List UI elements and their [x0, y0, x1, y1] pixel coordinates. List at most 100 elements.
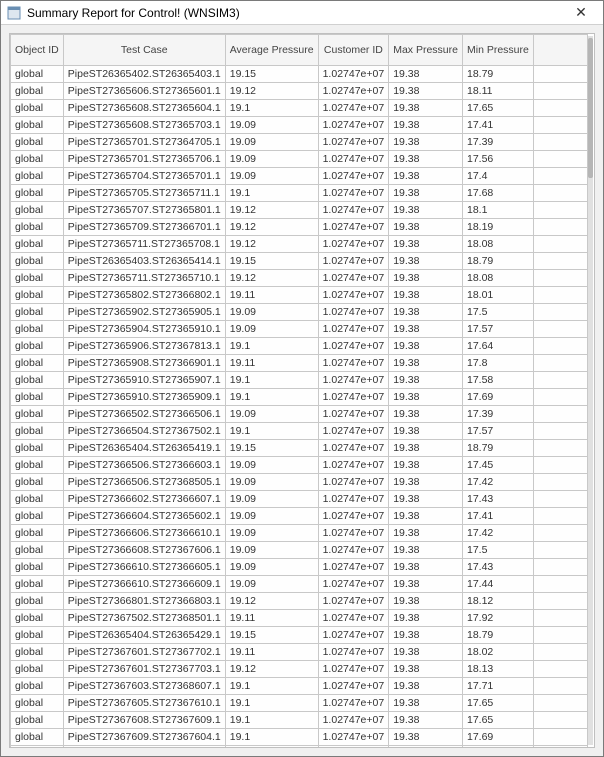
- cell-customer-id: 1.02747e+07: [318, 151, 389, 168]
- cell-padding: [533, 66, 587, 83]
- table-row[interactable]: globalPipeST27366610.ST27366609.119.091.…: [11, 576, 588, 593]
- cell-test-case: PipeST27365707.ST27365801.1: [63, 202, 225, 219]
- table-row[interactable]: globalPipeST27365705.ST27365711.119.11.0…: [11, 185, 588, 202]
- cell-avg-pressure: 19.1: [225, 389, 318, 406]
- table-row[interactable]: globalPipeST27367605.ST27367610.119.11.0…: [11, 695, 588, 712]
- table-row[interactable]: globalPipeST27367603.ST27368607.119.11.0…: [11, 678, 588, 695]
- table-row[interactable]: globalPipeST26365402.ST26365403.119.151.…: [11, 66, 588, 83]
- table-row[interactable]: globalPipeST27367608.ST27367609.119.11.0…: [11, 712, 588, 729]
- table-row[interactable]: globalPipeST27365908.ST27366901.119.111.…: [11, 355, 588, 372]
- table-row[interactable]: globalPipeST27366602.ST27366607.119.091.…: [11, 491, 588, 508]
- table-row[interactable]: globalPipeST27365906.ST27367813.119.11.0…: [11, 338, 588, 355]
- cell-avg-pressure: 19.1: [225, 185, 318, 202]
- cell-object-id: global: [11, 542, 64, 559]
- cell-customer-id: 1.02747e+07: [318, 338, 389, 355]
- cell-test-case: PipeST27365908.ST27366901.1: [63, 355, 225, 372]
- cell-test-case: PipeST27366506.ST27366603.1: [63, 457, 225, 474]
- cell-customer-id: 1.02747e+07: [318, 202, 389, 219]
- table-row[interactable]: globalPipeST27365904.ST27365910.119.091.…: [11, 321, 588, 338]
- cell-min-pressure: 18.79: [462, 66, 533, 83]
- table-row[interactable]: globalPipeST27366608.ST27367606.119.091.…: [11, 542, 588, 559]
- cell-customer-id: 1.02747e+07: [318, 134, 389, 151]
- table-row[interactable]: globalPipeST27365608.ST27365703.119.091.…: [11, 117, 588, 134]
- cell-test-case: PipeST27365910.ST27365909.1: [63, 389, 225, 406]
- table-scroll[interactable]: Object ID Test Case Average Pressure Cus…: [10, 34, 588, 747]
- table-row[interactable]: globalPipeST27365910.ST27365909.119.11.0…: [11, 389, 588, 406]
- cell-padding: [533, 678, 587, 695]
- table-row[interactable]: globalPipeST27365701.ST27365706.119.091.…: [11, 151, 588, 168]
- cell-test-case: PipeST27365701.ST27364705.1: [63, 134, 225, 151]
- cell-test-case: PipeST27365902.ST27365905.1: [63, 304, 225, 321]
- table-row[interactable]: globalPipeST26365404.ST26365429.119.151.…: [11, 627, 588, 644]
- cell-padding: [533, 219, 587, 236]
- cell-avg-pressure: 19.11: [225, 644, 318, 661]
- table-row[interactable]: globalPipeST27366504.ST27367502.119.11.0…: [11, 423, 588, 440]
- table-row[interactable]: globalPipeST27367701.ST27367704.119.121.…: [11, 746, 588, 748]
- cell-min-pressure: 17.65: [462, 695, 533, 712]
- table-row[interactable]: globalPipeST27366606.ST27366610.119.091.…: [11, 525, 588, 542]
- table-row[interactable]: globalPipeST27366801.ST27366803.119.121.…: [11, 593, 588, 610]
- cell-object-id: global: [11, 508, 64, 525]
- cell-object-id: global: [11, 423, 64, 440]
- table-row[interactable]: globalPipeST27365711.ST27365710.119.121.…: [11, 270, 588, 287]
- close-button[interactable]: ✕: [565, 4, 597, 21]
- cell-padding: [533, 355, 587, 372]
- cell-customer-id: 1.02747e+07: [318, 287, 389, 304]
- col-avg-pressure[interactable]: Average Pressure: [225, 35, 318, 66]
- cell-avg-pressure: 19.12: [225, 270, 318, 287]
- table-row[interactable]: globalPipeST27365709.ST27366701.119.121.…: [11, 219, 588, 236]
- cell-test-case: PipeST26365403.ST26365414.1: [63, 253, 225, 270]
- col-test-case[interactable]: Test Case: [63, 35, 225, 66]
- table-row[interactable]: globalPipeST27365902.ST27365905.119.091.…: [11, 304, 588, 321]
- table-row[interactable]: globalPipeST27365802.ST27366802.119.111.…: [11, 287, 588, 304]
- table-row[interactable]: globalPipeST26365404.ST26365419.119.151.…: [11, 440, 588, 457]
- table-row[interactable]: globalPipeST27367601.ST27367702.119.111.…: [11, 644, 588, 661]
- cell-max-pressure: 19.38: [389, 270, 463, 287]
- cell-max-pressure: 19.38: [389, 542, 463, 559]
- cell-min-pressure: 17.68: [462, 185, 533, 202]
- cell-object-id: global: [11, 661, 64, 678]
- cell-avg-pressure: 19.11: [225, 355, 318, 372]
- table-row[interactable]: globalPipeST27365910.ST27365907.119.11.0…: [11, 372, 588, 389]
- cell-max-pressure: 19.38: [389, 695, 463, 712]
- table-row[interactable]: globalPipeST27366502.ST27366506.119.091.…: [11, 406, 588, 423]
- cell-padding: [533, 321, 587, 338]
- table-row[interactable]: globalPipeST27365704.ST27365701.119.091.…: [11, 168, 588, 185]
- table-row[interactable]: globalPipeST27365608.ST27365604.119.11.0…: [11, 100, 588, 117]
- table-row[interactable]: globalPipeST27365707.ST27365801.119.121.…: [11, 202, 588, 219]
- col-object-id[interactable]: Object ID: [11, 35, 64, 66]
- cell-max-pressure: 19.38: [389, 491, 463, 508]
- scrollbar-thumb[interactable]: [588, 38, 593, 178]
- vertical-scrollbar[interactable]: [588, 36, 593, 745]
- table-row[interactable]: globalPipeST27365606.ST27365601.119.121.…: [11, 83, 588, 100]
- table-row[interactable]: globalPipeST27366604.ST27365602.119.091.…: [11, 508, 588, 525]
- table-row[interactable]: globalPipeST27366506.ST27368505.119.091.…: [11, 474, 588, 491]
- cell-object-id: global: [11, 287, 64, 304]
- cell-min-pressure: 17.43: [462, 491, 533, 508]
- table-row[interactable]: globalPipeST27365711.ST27365708.119.121.…: [11, 236, 588, 253]
- cell-object-id: global: [11, 372, 64, 389]
- cell-padding: [533, 270, 587, 287]
- col-max-pressure[interactable]: Max Pressure: [389, 35, 463, 66]
- table-row[interactable]: globalPipeST26365403.ST26365414.119.151.…: [11, 253, 588, 270]
- cell-test-case: PipeST27365608.ST27365604.1: [63, 100, 225, 117]
- cell-padding: [533, 593, 587, 610]
- cell-max-pressure: 19.38: [389, 661, 463, 678]
- cell-min-pressure: 18.08: [462, 236, 533, 253]
- cell-avg-pressure: 19.09: [225, 321, 318, 338]
- table-row[interactable]: globalPipeST27367609.ST27367604.119.11.0…: [11, 729, 588, 746]
- cell-max-pressure: 19.38: [389, 423, 463, 440]
- cell-min-pressure: 17.39: [462, 406, 533, 423]
- table-row[interactable]: globalPipeST27366506.ST27366603.119.091.…: [11, 457, 588, 474]
- table-row[interactable]: globalPipeST27365701.ST27364705.119.091.…: [11, 134, 588, 151]
- cell-customer-id: 1.02747e+07: [318, 423, 389, 440]
- table-row[interactable]: globalPipeST27367502.ST27368501.119.111.…: [11, 610, 588, 627]
- cell-avg-pressure: 19.09: [225, 559, 318, 576]
- col-min-pressure[interactable]: Min Pressure: [462, 35, 533, 66]
- table-row[interactable]: globalPipeST27367601.ST27367703.119.121.…: [11, 661, 588, 678]
- cell-customer-id: 1.02747e+07: [318, 644, 389, 661]
- table-row[interactable]: globalPipeST27366610.ST27366605.119.091.…: [11, 559, 588, 576]
- cell-min-pressure: 17.71: [462, 678, 533, 695]
- cell-min-pressure: 17.45: [462, 457, 533, 474]
- col-customer-id[interactable]: Customer ID: [318, 35, 389, 66]
